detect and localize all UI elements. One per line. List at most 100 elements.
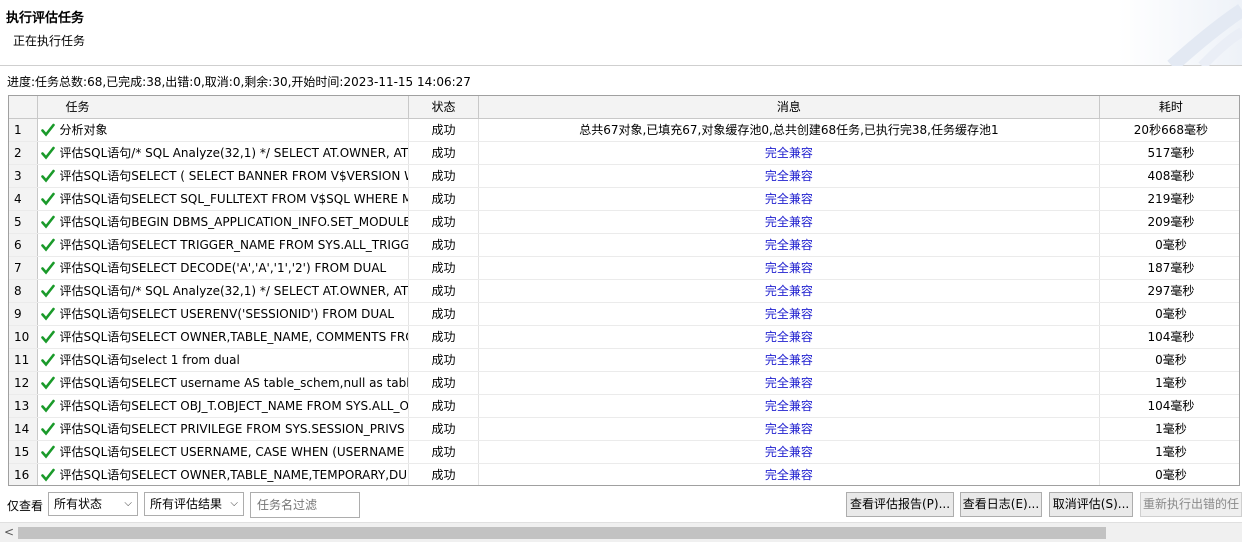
time-cell: 517毫秒: [1099, 141, 1239, 165]
status-cell: 成功: [408, 256, 480, 280]
result-select[interactable]: 所有评估结果 ⌵: [144, 492, 244, 516]
column-header-status[interactable]: 状态: [408, 96, 480, 119]
check-icon: [40, 284, 55, 298]
task-name: 评估SQL语句SELECT USERENV('SESSIONID') FROM …: [59, 307, 395, 321]
check-icon: [40, 468, 55, 482]
view-log-button[interactable]: 查看日志(E)...: [960, 492, 1042, 517]
scroll-left-icon[interactable]: <: [4, 525, 14, 539]
table-row[interactable]: 16 评估SQL语句SELECT OWNER,TABLE_NAME,TEMPORA…: [9, 463, 1239, 485]
message-cell: 完全兼容: [478, 417, 1100, 441]
check-icon: [40, 261, 55, 275]
table-row[interactable]: 1 分析对象 成功 总共67对象,已填充67,对象缓存池0,总共创建68任务,已执行完…: [9, 118, 1239, 142]
column-header-time[interactable]: 耗时: [1099, 96, 1239, 119]
task-cell[interactable]: 评估SQL语句SELECT TRIGGER_NAME FROM SYS.ALL_…: [37, 233, 409, 257]
task-cell[interactable]: 评估SQL语句BEGIN DBMS_APPLICATION_INFO.SET_M…: [37, 210, 409, 234]
task-cell[interactable]: 评估SQL语句SELECT OBJ_T.OBJECT_NAME FROM SYS…: [37, 394, 409, 418]
task-name: 评估SQL语句SELECT OBJ_T.OBJECT_NAME FROM SYS…: [59, 399, 409, 413]
time-cell: 0毫秒: [1099, 348, 1239, 372]
status-cell: 成功: [408, 233, 480, 257]
table-row[interactable]: 4 评估SQL语句SELECT SQL_FULLTEXT FROM V$SQL W…: [9, 187, 1239, 211]
view-report-button[interactable]: 查看评估报告(P)...: [846, 492, 954, 517]
chevron-down-icon: ⌵: [230, 498, 238, 509]
row-number: 4: [9, 187, 38, 211]
row-number: 16: [9, 463, 38, 485]
message-cell: 完全兼容: [478, 187, 1100, 211]
task-name: 评估SQL语句SELECT username AS table_schem,nu…: [59, 376, 409, 390]
task-cell[interactable]: 评估SQL语句select 1 from dual: [37, 348, 409, 372]
message-cell: 完全兼容: [478, 463, 1100, 485]
table-row[interactable]: 13 评估SQL语句SELECT OBJ_T.OBJECT_NAME FROM S…: [9, 394, 1239, 418]
table-row[interactable]: 5 评估SQL语句BEGIN DBMS_APPLICATION_INFO.SET_…: [9, 210, 1239, 234]
message-cell: 完全兼容: [478, 279, 1100, 303]
task-cell[interactable]: 分析对象: [37, 118, 409, 142]
check-icon: [40, 376, 55, 390]
table-row[interactable]: 10 评估SQL语句SELECT OWNER,TABLE_NAME, COMMEN…: [9, 325, 1239, 349]
check-icon: [40, 238, 55, 252]
task-name: 分析对象: [59, 123, 108, 137]
table-row[interactable]: 3 评估SQL语句SELECT ( SELECT BANNER FROM V$VE…: [9, 164, 1239, 188]
task-name: 评估SQL语句SELECT SQL_FULLTEXT FROM V$SQL WH…: [59, 192, 409, 206]
message-cell: 完全兼容: [478, 302, 1100, 326]
task-cell[interactable]: 评估SQL语句SELECT OWNER,TABLE_NAME, COMMENTS…: [37, 325, 409, 349]
message-cell: 完全兼容: [478, 440, 1100, 464]
check-icon: [40, 399, 55, 413]
status-cell: 成功: [408, 371, 480, 395]
row-number: 6: [9, 233, 38, 257]
status-cell: 成功: [408, 279, 480, 303]
row-number: 10: [9, 325, 38, 349]
page-subtitle: 正在执行任务: [13, 34, 86, 48]
rerun-failed-button[interactable]: 重新执行出错的任: [1140, 492, 1242, 517]
task-cell[interactable]: 评估SQL语句SELECT ( SELECT BANNER FROM V$VER…: [37, 164, 409, 188]
table-row[interactable]: 11 评估SQL语句select 1 from dual 成功 完全兼容 0毫秒: [9, 348, 1239, 372]
message-cell: 完全兼容: [478, 141, 1100, 165]
scrollbar-thumb[interactable]: [18, 527, 1106, 539]
time-cell: 20秒668毫秒: [1099, 118, 1239, 142]
task-cell[interactable]: 评估SQL语句SELECT SQL_FULLTEXT FROM V$SQL WH…: [37, 187, 409, 211]
table-row[interactable]: 14 评估SQL语句SELECT PRIVILEGE FROM SYS.SESSI…: [9, 417, 1239, 441]
page-title: 执行评估任务: [6, 11, 85, 26]
task-name: 评估SQL语句SELECT USERNAME, CASE WHEN (USERN…: [59, 445, 405, 459]
row-number: 3: [9, 164, 38, 188]
table-row[interactable]: 12 评估SQL语句SELECT username AS table_schem,…: [9, 371, 1239, 395]
task-table[interactable]: 任务 状态 消息 耗时 1 分析对象 成功 总共67对象,已填充67,对象缓存池0,总…: [8, 95, 1240, 486]
check-icon: [40, 307, 55, 321]
time-cell: 104毫秒: [1099, 394, 1239, 418]
task-name: 评估SQL语句SELECT PRIVILEGE FROM SYS.SESSION…: [59, 422, 409, 436]
task-cell[interactable]: 评估SQL语句SELECT username AS table_schem,nu…: [37, 371, 409, 395]
message-cell: 完全兼容: [478, 325, 1100, 349]
cancel-evaluation-button[interactable]: 取消评估(S)...: [1049, 492, 1133, 517]
time-cell: 408毫秒: [1099, 164, 1239, 188]
time-cell: 297毫秒: [1099, 279, 1239, 303]
task-filter-input[interactable]: [250, 492, 360, 518]
row-number: 15: [9, 440, 38, 464]
status-cell: 成功: [408, 325, 480, 349]
horizontal-scrollbar[interactable]: <: [0, 522, 1242, 542]
column-header-message[interactable]: 消息: [478, 96, 1100, 119]
task-cell[interactable]: 评估SQL语句SELECT USERENV('SESSIONID') FROM …: [37, 302, 409, 326]
status-select[interactable]: 所有状态 ⌵: [48, 492, 138, 516]
table-row[interactable]: 9 评估SQL语句SELECT USERENV('SESSIONID') FROM…: [9, 302, 1239, 326]
bottom-toolbar: 仅查看 所有状态 ⌵ 所有评估结果 ⌵ 查看评估报告(P)... 查看日志(E)…: [0, 490, 1242, 520]
task-name: 评估SQL语句/* SQL Analyze(32,1) */ SELECT AT…: [59, 146, 409, 160]
table-row[interactable]: 15 评估SQL语句SELECT USERNAME, CASE WHEN (USE…: [9, 440, 1239, 464]
chevron-down-icon: ⌵: [124, 498, 132, 509]
table-row[interactable]: 2 评估SQL语句/* SQL Analyze(32,1) */ SELECT A…: [9, 141, 1239, 165]
task-cell[interactable]: 评估SQL语句SELECT PRIVILEGE FROM SYS.SESSION…: [37, 417, 409, 441]
task-cell[interactable]: 评估SQL语句SELECT DECODE('A','A','1','2') FR…: [37, 256, 409, 280]
time-cell: 1毫秒: [1099, 417, 1239, 441]
table-row[interactable]: 6 评估SQL语句SELECT TRIGGER_NAME FROM SYS.ALL…: [9, 233, 1239, 257]
check-icon: [40, 353, 55, 367]
task-cell[interactable]: 评估SQL语句/* SQL Analyze(32,1) */ SELECT AT…: [37, 279, 409, 303]
table-row[interactable]: 8 评估SQL语句/* SQL Analyze(32,1) */ SELECT A…: [9, 279, 1239, 303]
message-cell: 完全兼容: [478, 210, 1100, 234]
status-cell: 成功: [408, 417, 480, 441]
table-row[interactable]: 7 评估SQL语句SELECT DECODE('A','A','1','2') F…: [9, 256, 1239, 280]
task-name: 评估SQL语句select 1 from dual: [59, 353, 240, 367]
time-cell: 0毫秒: [1099, 463, 1239, 485]
task-cell[interactable]: 评估SQL语句/* SQL Analyze(32,1) */ SELECT AT…: [37, 141, 409, 165]
task-name: 评估SQL语句SELECT OWNER,TABLE_NAME,TEMPORARY…: [59, 468, 409, 482]
column-header-task[interactable]: 任务: [37, 96, 409, 119]
task-name: 评估SQL语句/* SQL Analyze(32,1) */ SELECT AT…: [59, 284, 409, 298]
task-cell[interactable]: 评估SQL语句SELECT USERNAME, CASE WHEN (USERN…: [37, 440, 409, 464]
task-cell[interactable]: 评估SQL语句SELECT OWNER,TABLE_NAME,TEMPORARY…: [37, 463, 409, 485]
